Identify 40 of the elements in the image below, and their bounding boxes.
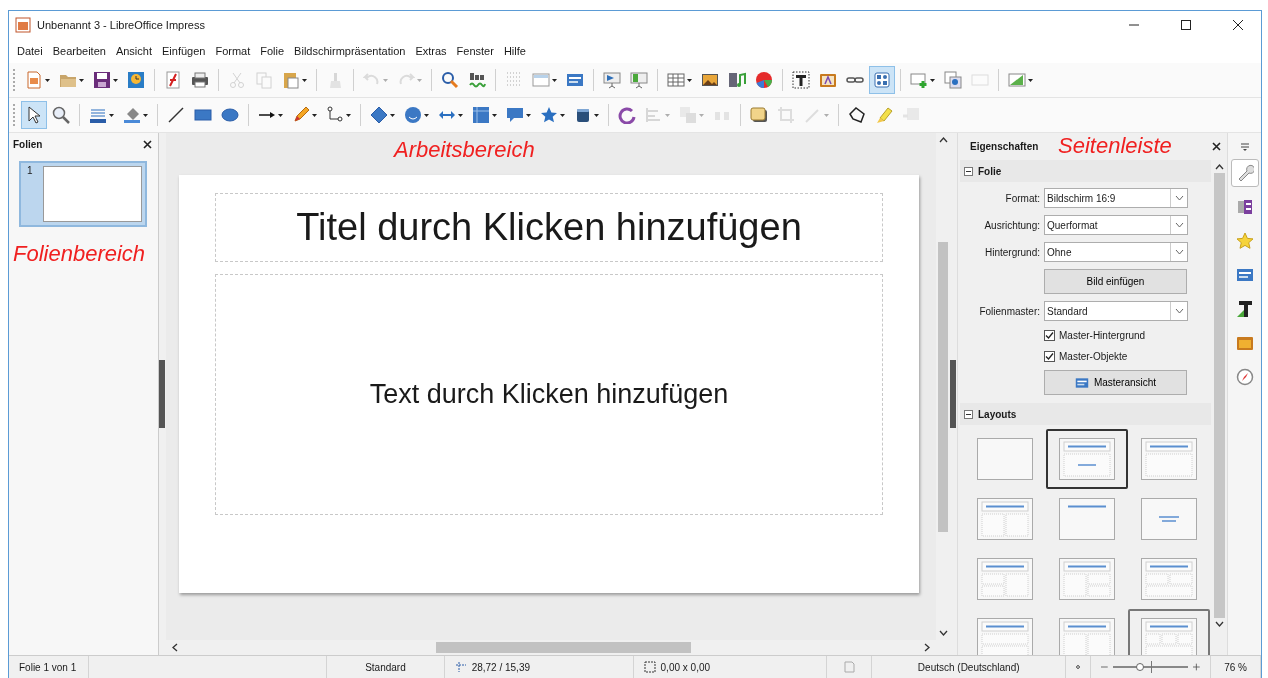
- menu-item[interactable]: Bearbeiten: [47, 45, 111, 57]
- menu-item[interactable]: Folie: [255, 45, 290, 57]
- field-label: Format:: [1004, 192, 1040, 204]
- menu-item[interactable]: Bildschirmpräsentation: [289, 45, 411, 57]
- zoom-value: 76 %: [1224, 661, 1247, 673]
- dropdown-field[interactable]: Querformat: [1044, 215, 1188, 235]
- menu-item[interactable]: Fenster: [451, 45, 499, 57]
- content-placeholder[interactable]: Text durch Klicken hinzufügen: [215, 274, 883, 515]
- annotation-label: Arbeitsbereich: [394, 137, 535, 163]
- field-label: Folienmaster:: [978, 305, 1040, 317]
- position-value: 28,72 / 15,39: [471, 661, 530, 673]
- menu-item[interactable]: Datei: [12, 45, 48, 57]
- menu-item[interactable]: Extras: [410, 45, 452, 57]
- size-value: 0,00 x 0,00: [660, 661, 711, 673]
- slide-count: Folie 1 von 1: [19, 661, 77, 673]
- menu-item[interactable]: Einfügen: [157, 45, 211, 57]
- dropdown-field[interactable]: Ohne: [1044, 242, 1188, 262]
- section-title: Folie: [978, 165, 1002, 177]
- window-title: Unbenannt 3 - LibreOffice Impress: [37, 19, 206, 31]
- insert-image-button[interactable]: Bild einfügen: [1044, 269, 1187, 294]
- checkbox[interactable]: Master-Hintergrund: [1044, 328, 1211, 342]
- annotation-label: Seitenleiste: [1058, 133, 1172, 159]
- field-label: Ausrichtung:: [983, 219, 1040, 231]
- title-placeholder[interactable]: Titel durch Klicken hinzufügen: [215, 193, 883, 262]
- slide-thumbnail[interactable]: 1: [19, 161, 147, 227]
- slide-number: 1: [27, 165, 33, 176]
- pane-title: Folien: [13, 138, 43, 150]
- language-value: Deutsch (Deutschland): [917, 661, 1020, 673]
- deck-title: Eigenschaften: [970, 141, 1039, 152]
- annotation-label: Folienbereich: [13, 241, 146, 267]
- dropdown-field[interactable]: Standard: [1044, 301, 1188, 321]
- section-title: Layouts: [978, 408, 1017, 420]
- master-view-button[interactable]: Masteransicht: [1044, 370, 1187, 395]
- menu-item[interactable]: Ansicht: [110, 45, 157, 57]
- menu-item[interactable]: Hilfe: [498, 45, 531, 57]
- field-label: Hintergrund:: [983, 246, 1040, 258]
- master-name: Standard: [365, 661, 406, 673]
- menu-item[interactable]: Format: [210, 45, 256, 57]
- checkbox[interactable]: Master-Objekte: [1044, 349, 1211, 363]
- dropdown-field[interactable]: Bildschirm 16:9: [1044, 188, 1188, 208]
